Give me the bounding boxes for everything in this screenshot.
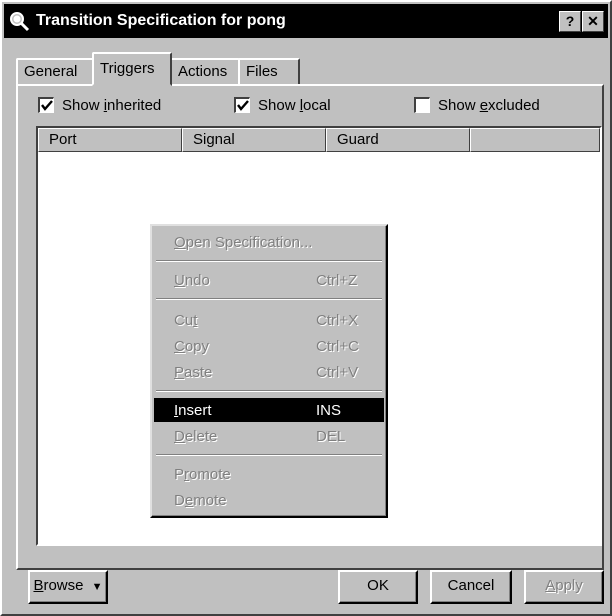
show-local-checkbox[interactable]: Show local	[234, 94, 331, 116]
magnifier-icon	[10, 12, 30, 32]
show-local-label: Show local	[258, 96, 331, 114]
tab-files-label: Files	[246, 63, 278, 80]
menu-item-undo[interactable]: Undo Ctrl+Z	[154, 268, 384, 292]
column-header-guard[interactable]: Guard	[326, 128, 470, 152]
context-menu: Open Specification... Undo Ctrl+Z Cut Ct…	[150, 224, 388, 518]
tab-triggers[interactable]: Triggers	[92, 52, 172, 86]
tab-files[interactable]: Files	[238, 58, 300, 86]
title-bar[interactable]: Transition Specification for pong ? ✕	[4, 4, 608, 38]
close-button[interactable]: ✕	[582, 10, 604, 32]
menu-item-delete[interactable]: Delete DEL	[154, 424, 384, 448]
apply-button[interactable]: Apply	[524, 570, 604, 604]
checkbox-box[interactable]	[414, 97, 430, 113]
shortcut-insert: INS	[316, 401, 342, 419]
menu-item-open-specification[interactable]: Open Specification...	[154, 230, 384, 254]
ok-button[interactable]: OK	[338, 570, 418, 604]
show-excluded-checkbox[interactable]: Show excluded	[414, 94, 540, 116]
menu-separator	[156, 454, 382, 456]
checkbox-box[interactable]	[38, 97, 54, 113]
menu-item-insert[interactable]: Insert INS	[154, 398, 384, 422]
checkmark-icon	[41, 100, 53, 111]
tab-actions[interactable]: Actions	[170, 58, 240, 86]
browse-button[interactable]: Browse ▼	[28, 570, 108, 604]
help-button[interactable]: ?	[559, 10, 581, 32]
column-header-extra[interactable]	[470, 128, 600, 152]
menu-item-promote[interactable]: Promote	[154, 462, 384, 486]
checkmark-icon	[237, 100, 249, 111]
shortcut-copy: Ctrl+C	[316, 337, 359, 355]
shortcut-delete: DEL	[316, 427, 346, 445]
show-inherited-checkbox[interactable]: Show inherited	[38, 94, 161, 116]
tab-triggers-label: Triggers	[100, 60, 155, 77]
menu-item-paste[interactable]: Paste Ctrl+V	[154, 360, 384, 384]
menu-item-copy[interactable]: Copy Ctrl+C	[154, 334, 384, 358]
show-inherited-label: Show inherited	[62, 96, 162, 114]
column-header-signal[interactable]: Signal	[182, 128, 326, 152]
shortcut-paste: Ctrl+V	[316, 363, 359, 381]
column-header-port[interactable]: Port	[38, 128, 182, 152]
cancel-button[interactable]: Cancel	[430, 570, 512, 604]
tab-general[interactable]: General	[16, 58, 94, 86]
checkbox-box[interactable]	[234, 97, 250, 113]
tab-actions-label: Actions	[178, 63, 228, 80]
shortcut-undo: Ctrl+Z	[316, 271, 358, 289]
menu-separator	[156, 390, 382, 392]
dialog-window: Transition Specification for pong ? ✕ Ge…	[0, 0, 612, 616]
window-title: Transition Specification for pong	[36, 12, 286, 29]
menu-item-cut[interactable]: Cut Ctrl+X	[154, 308, 384, 332]
menu-separator	[156, 260, 382, 262]
show-excluded-label: Show excluded	[438, 96, 540, 114]
dropdown-arrow-icon: ▼	[91, 581, 103, 593]
menu-item-demote[interactable]: Demote	[154, 488, 384, 512]
tab-general-label: General	[24, 63, 78, 80]
menu-separator	[156, 298, 382, 300]
shortcut-cut: Ctrl+X	[316, 311, 359, 329]
